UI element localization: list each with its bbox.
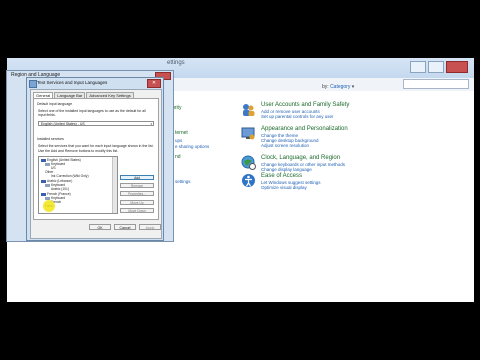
installed-services-description-2: Use the Add and Remove buttons to modify… (38, 149, 119, 153)
close-button[interactable]: ✕ (147, 79, 161, 88)
users-icon (243, 104, 255, 116)
cursor-highlight (43, 200, 55, 212)
move-up-button[interactable]: Move Up (120, 200, 154, 205)
category-link[interactable]: Adjust screen resolution (261, 143, 309, 148)
search-input[interactable] (403, 79, 469, 89)
apply-button[interactable]: Apply (139, 224, 161, 230)
window-controls (410, 61, 468, 73)
default-input-heading: Default input language (37, 102, 73, 106)
ok-button[interactable]: OK (89, 224, 111, 230)
category-title[interactable]: Ease of Access (261, 173, 302, 179)
category-link[interactable]: Change display language (261, 167, 312, 172)
remove-button[interactable]: Remove (120, 183, 154, 188)
tree-item[interactable]: Ink Correction (Wiki Only) (51, 174, 89, 178)
minimize-button[interactable] (410, 61, 426, 73)
breadcrumb[interactable]: ettings (167, 60, 185, 66)
tree-scrollbar[interactable] (112, 157, 117, 213)
category-title[interactable]: Appearance and Personalization (261, 126, 348, 132)
accessibility-icon (242, 174, 255, 187)
category-link[interactable]: Set up parental controls for any user (261, 114, 334, 119)
category-network-title[interactable]: ternet (175, 130, 188, 136)
chevron-down-icon[interactable]: ▾ (352, 84, 355, 90)
default-input-description: Select one of the installed input langua… (38, 109, 146, 117)
keyboard-icon (45, 162, 50, 166)
add-button[interactable]: Add (120, 175, 154, 180)
text-services-dialog: Text Services and Input Languages ✕ Gene… (26, 77, 164, 241)
category-title[interactable]: Clock, Language, and Region (261, 155, 340, 161)
properties-button[interactable]: Properties... (120, 191, 154, 196)
default-input-value: English (United States) - US (41, 122, 85, 126)
dialog-title: Text Services and Input Languages (37, 80, 108, 85)
view-by-label: by: (322, 84, 329, 90)
keyboard-icon (45, 183, 50, 187)
tree-item[interactable]: Arabic (101) (51, 187, 69, 191)
category-title[interactable]: User Accounts and Family Safety (261, 102, 349, 108)
close-button[interactable] (446, 61, 468, 73)
default-input-select[interactable]: English (United States) - US ▾ (38, 121, 154, 126)
installed-services-heading: Installed services (37, 137, 64, 141)
cancel-button[interactable]: Cancel (114, 224, 136, 230)
chevron-down-icon[interactable]: ▾ (150, 122, 152, 127)
dialog-body: General Language Bar Advanced Key Settin… (30, 89, 162, 239)
monitor-paint-icon (241, 127, 255, 140)
maximize-button[interactable] (428, 61, 444, 73)
globe-clock-icon (241, 155, 256, 170)
category-programs-link[interactable]: settings (175, 179, 191, 184)
view-by: by: Category ▾ (322, 84, 354, 90)
move-down-button[interactable]: Move Down (120, 208, 154, 213)
category-link[interactable]: Optimize visual display (261, 185, 307, 190)
installed-services-description-1: Select the services that you want for ea… (38, 144, 154, 148)
category-network-link-2[interactable]: e sharing options (175, 144, 209, 149)
category-hardware-title[interactable]: nd (175, 154, 181, 160)
keyboard-icon (29, 80, 37, 88)
category-network-link[interactable]: ups (175, 138, 182, 143)
view-by-dropdown[interactable]: Category (330, 84, 350, 90)
